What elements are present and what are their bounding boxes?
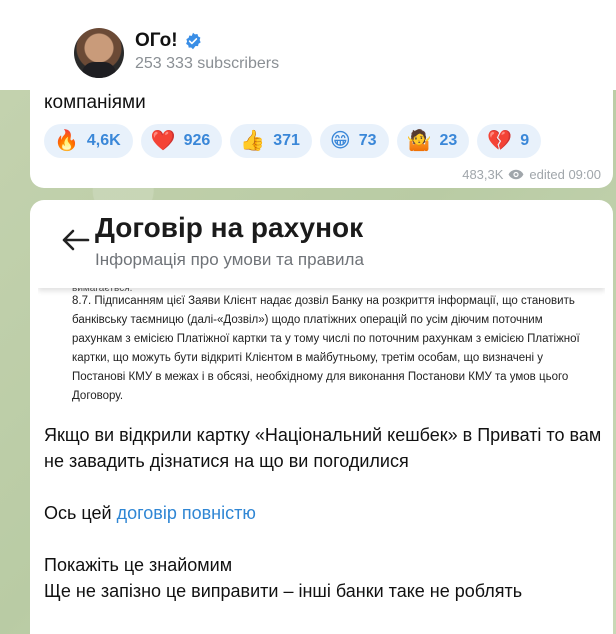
- reaction-shrug[interactable]: 🤷 23: [396, 124, 470, 158]
- message-text-tail: компаніями: [44, 92, 146, 113]
- channel-title[interactable]: ОГо!: [135, 30, 202, 52]
- reaction-heart[interactable]: ❤️ 926: [140, 124, 223, 158]
- message-paragraph-2: Ось цей договір повністю: [44, 500, 604, 526]
- link-prefix: Ось цей: [44, 503, 117, 523]
- message-paragraph-3-line-2: Ще не запізно це виправити – інші банки …: [44, 581, 523, 601]
- edited-time: edited 09:00: [529, 167, 601, 182]
- reaction-count: 9: [520, 132, 530, 149]
- document-title: Договір на рахунок: [95, 212, 364, 243]
- reaction-count: 926: [183, 132, 211, 149]
- document-screenshot[interactable]: Договір на рахунок Інформація про умови …: [38, 206, 605, 411]
- message-bubble-1[interactable]: компаніями 🔥 4,6K ❤️ 926 👍 371 😁 73 🤷 23…: [30, 90, 613, 188]
- document-header: Договір на рахунок Інформація про умови …: [38, 206, 605, 288]
- reaction-grin[interactable]: 😁 73: [319, 124, 389, 158]
- channel-name: ОГо!: [135, 30, 178, 51]
- reaction-thumbs-up[interactable]: 👍 371: [230, 124, 312, 158]
- message-text: Якщо ви відкрили картку «Національний ке…: [44, 422, 604, 604]
- document-subtitle: Інформація про умови та правила: [95, 250, 364, 269]
- contract-link[interactable]: договір повністю: [117, 503, 256, 523]
- grin-icon: 😁: [329, 130, 351, 152]
- message-paragraph-1: Якщо ви відкрили картку «Національний ке…: [44, 425, 602, 471]
- heart-icon: ❤️: [150, 130, 176, 152]
- subscriber-count: 253 333 subscribers: [135, 55, 280, 72]
- document-body: вимагається. 8.7. Підписанням цієї Заяви…: [72, 284, 592, 406]
- message-paragraph-3-line-1: Покажіть це знайомим: [44, 555, 233, 575]
- reaction-count: 23: [439, 132, 458, 149]
- reaction-count: 371: [273, 132, 300, 149]
- reactions-bar: 🔥 4,6K ❤️ 926 👍 371 😁 73 🤷 23 💔 9: [44, 124, 542, 158]
- fire-icon: 🔥: [54, 130, 79, 152]
- eye-icon: [509, 169, 524, 180]
- reaction-count: 73: [358, 132, 377, 149]
- verified-icon: [185, 32, 201, 50]
- reaction-fire[interactable]: 🔥 4,6K: [44, 124, 133, 158]
- reaction-broken-heart[interactable]: 💔 9: [477, 124, 542, 158]
- channel-avatar[interactable]: [74, 28, 124, 78]
- shrug-icon: 🤷: [406, 130, 432, 152]
- view-count: 483,3K: [462, 167, 504, 182]
- back-arrow-icon: [62, 229, 90, 251]
- message-bubble-2[interactable]: Договір на рахунок Інформація про умови …: [30, 200, 613, 634]
- thumbs-up-icon: 👍: [240, 130, 266, 152]
- broken-heart-icon: 💔: [487, 130, 513, 152]
- reaction-count: 4,6K: [86, 132, 121, 149]
- document-clause: 8.7. Підписанням цієї Заяви Клієнт надає…: [72, 295, 580, 402]
- message-meta: 483,3K edited 09:00: [462, 167, 601, 182]
- channel-header[interactable]: ОГо! 253 333 subscribers: [0, 0, 616, 90]
